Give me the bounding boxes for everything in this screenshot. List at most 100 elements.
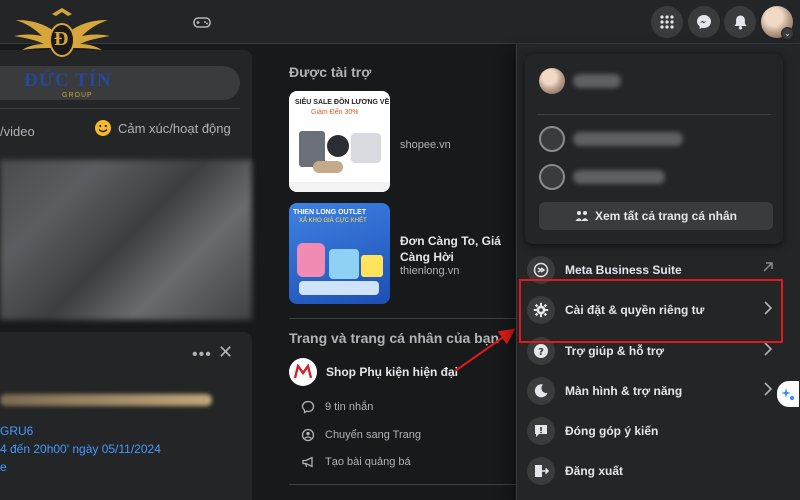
ad-banner-sub: Giảm Đến 30%: [311, 109, 359, 116]
chevron-down-icon[interactable]: ⌄: [781, 27, 794, 40]
product-backpack: [297, 243, 325, 277]
ad-banner-sub: XẢ KHO GIÁ CỰC KHÉT: [299, 218, 367, 224]
feedback-glyph: [535, 425, 547, 437]
menu-item-display-accessibility[interactable]: Màn hình & trợ năng: [527, 373, 789, 409]
menu-label: Meta Business Suite: [565, 263, 682, 277]
top-navigation-bar: ⌄: [0, 0, 800, 44]
close-icon[interactable]: ✕: [218, 342, 233, 363]
ad-domain: thienlong.vn: [400, 265, 460, 277]
other-profile[interactable]: [539, 164, 665, 190]
current-profile[interactable]: [539, 68, 621, 94]
feed-post: ••• ✕ GRU6 4 đến 20h00' ngày 05/11/2024 …: [0, 332, 252, 500]
bell-shape-icon: [734, 15, 746, 30]
logout-glyph: [535, 465, 549, 477]
logout-icon: [527, 457, 555, 485]
see-all-profiles-button[interactable]: Xem tất cả trang cá nhân: [539, 202, 773, 230]
smiley-icon: [95, 120, 111, 136]
page-name: Shop Phụ kiện hiện đại: [326, 365, 459, 379]
action-label: Tạo bài quảng bá: [325, 456, 411, 468]
blurred-post-text: [0, 394, 212, 406]
grid-menu-icon[interactable]: [651, 6, 683, 38]
page-action-promote[interactable]: Tạo bài quảng bá: [301, 455, 411, 469]
moon-icon: [527, 377, 555, 405]
grid-dots-icon: [660, 15, 674, 29]
composer-video-button[interactable]: /video: [0, 124, 35, 139]
more-options-icon[interactable]: •••: [192, 346, 212, 364]
page-action-messages[interactable]: 9 tin nhắn: [301, 400, 373, 414]
sponsored-heading: Được tài trợ: [289, 64, 372, 80]
feedback-icon: [527, 417, 555, 445]
other-profile[interactable]: [539, 126, 683, 152]
menu-item-feedback[interactable]: Đóng góp ý kiến: [527, 413, 789, 449]
section-divider: [289, 484, 519, 485]
ad-banner-title: THIEN LONG OUTLET: [293, 209, 367, 216]
product-box: [329, 249, 359, 279]
logo-brand-text: ĐỨC TÍN: [24, 70, 112, 91]
page-avatar: [289, 358, 317, 386]
messenger-bubble-icon: [697, 15, 711, 29]
action-label: Chuyển sang Trang: [325, 429, 422, 441]
profile-avatar: [539, 68, 565, 94]
menu-label: Màn hình & trợ năng: [565, 384, 683, 398]
product-stationery: [361, 255, 383, 277]
profiles-icon: [575, 211, 589, 221]
menu-item-logout[interactable]: Đăng xuất: [527, 453, 789, 489]
sparkle-icon: [781, 388, 794, 400]
help-glyph: ?: [534, 344, 548, 358]
chevron-right-icon: [764, 382, 773, 396]
menu-label: Đăng xuất: [565, 464, 624, 478]
blurred-name: [573, 74, 621, 88]
account-dropdown-menu: Xem tất cả trang cá nhân Meta Business S…: [516, 44, 800, 500]
post-link[interactable]: GRU6: [0, 424, 33, 438]
duc-tin-logo: Đ ĐỨC TÍN GROUP: [6, 6, 118, 99]
page-entry[interactable]: Shop Phụ kiện hiện đại: [289, 358, 458, 386]
section-divider: [289, 318, 519, 319]
feeling-label: Cảm xúc/hoạt động: [118, 120, 231, 136]
sponsored-ad-shopee[interactable]: SIÊU SALE ĐỒN LƯƠNG VỀ Giảm Đến 30% shop…: [289, 91, 519, 195]
ad-title: Đơn Càng To, Giá Càng Hời: [400, 234, 501, 264]
action-label: 9 tin nhắn: [325, 401, 374, 413]
logo-group-text: GROUP: [62, 92, 93, 99]
composer-feeling-button[interactable]: Cảm xúc/hoạt động: [94, 119, 231, 137]
post-time-text: 4 đến 20h00' ngày 05/11/2024: [0, 442, 161, 456]
product-pens: [299, 281, 379, 295]
thienlong-ad-image: THIEN LONG OUTLET XẢ KHO GIÁ CỰC KHÉT: [289, 203, 390, 304]
assistant-float-button[interactable]: [777, 381, 799, 407]
megaphone-icon: [302, 456, 313, 468]
external-link-icon: [763, 262, 773, 272]
ad-domain: shopee.vn: [400, 139, 451, 151]
blurred-name: [573, 170, 665, 184]
ad-banner-footer: [289, 182, 390, 192]
ad-banner-title: SIÊU SALE ĐỒN LƯƠNG VỀ: [295, 99, 390, 106]
see-all-label: Xem tất cả trang cá nhân: [594, 209, 738, 223]
blurred-name: [573, 132, 683, 146]
settings-highlight-box: [519, 279, 783, 343]
shopee-ad-image: SIÊU SALE ĐỒN LƯƠNG VỀ Giảm Đến 30%: [289, 91, 390, 192]
message-icon: [301, 400, 315, 414]
product-headphones: [313, 161, 343, 173]
profile-avatar: [539, 126, 565, 152]
sponsored-ad-thienlong[interactable]: THIEN LONG OUTLET XẢ KHO GIÁ CỰC KHÉT Đơ…: [289, 203, 519, 307]
profile-avatar: [539, 164, 565, 190]
composer-divider: [0, 108, 240, 109]
bell-icon[interactable]: [724, 6, 756, 38]
menu-label: Đóng góp ý kiến: [565, 424, 659, 438]
menu-label: Trợ giúp & hỗ trợ: [565, 344, 665, 358]
meta-business-glyph: [533, 262, 549, 278]
moon-glyph: [534, 384, 548, 398]
switch-profile-icon: [301, 428, 315, 442]
chevron-right-icon: [764, 342, 773, 356]
logo-monogram: Đ: [54, 28, 69, 50]
svg-text:?: ?: [538, 347, 544, 358]
profiles-card: Xem tất cả trang cá nhân: [525, 54, 783, 244]
profiles-divider: [537, 114, 771, 115]
post-more-link[interactable]: e: [0, 460, 7, 474]
gamepad-icon[interactable]: [192, 12, 212, 32]
messenger-icon[interactable]: [688, 6, 720, 38]
blurred-post-media: [0, 160, 252, 320]
page-action-switch[interactable]: Chuyển sang Trang: [301, 428, 421, 442]
page-logo-icon: [294, 364, 312, 379]
product-watch: [327, 135, 349, 157]
pages-heading: Trang và trang cá nhân của bạn: [289, 330, 500, 346]
product-gadget: [351, 133, 381, 163]
